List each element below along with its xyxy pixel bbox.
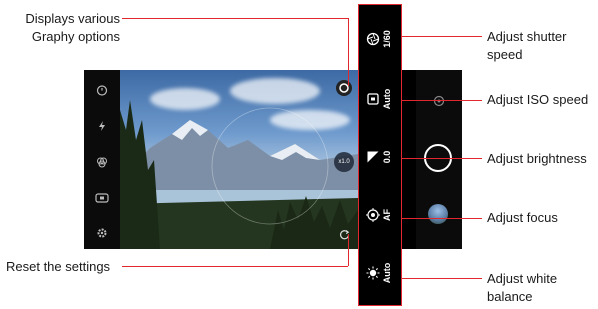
- callout-line: [402, 36, 482, 37]
- zoom-label: x1.0: [338, 159, 350, 165]
- label-graphy-options: Displays various Graphy options: [25, 11, 120, 44]
- brightness-control[interactable]: 0.0: [359, 133, 401, 183]
- focus-control[interactable]: AF: [359, 191, 401, 241]
- gear-icon[interactable]: [94, 225, 110, 241]
- graphy-button[interactable]: [336, 80, 352, 96]
- flash-icon[interactable]: [94, 118, 110, 134]
- label-focus: Adjust focus: [487, 210, 558, 225]
- callout-line: [122, 266, 348, 267]
- focus-icon: [365, 207, 381, 223]
- capture-bar: [416, 70, 462, 249]
- shutter-speed-value: 1/60: [382, 30, 392, 48]
- focus-value: AF: [382, 209, 392, 221]
- ratio-icon[interactable]: [94, 190, 110, 206]
- label-brightness: Adjust brightness: [487, 151, 587, 166]
- exposure-icon: [365, 149, 381, 165]
- manual-settings-panel: 1/60 Auto 0.0 AF Auto: [358, 4, 402, 306]
- iso-icon: [365, 91, 381, 107]
- white-balance-icon: [365, 265, 381, 281]
- aperture-icon: [365, 31, 381, 47]
- white-balance-value: Auto: [382, 262, 392, 284]
- callout-line: [402, 218, 482, 219]
- left-toolbar: [84, 70, 120, 249]
- shutter-speed-control[interactable]: 1/60: [359, 15, 401, 65]
- callout-line: [348, 234, 349, 266]
- callout-line: [402, 158, 482, 159]
- callout-line: [402, 100, 482, 101]
- landscape-illustration: [120, 100, 358, 249]
- white-balance-control[interactable]: Auto: [359, 249, 401, 299]
- label-reset: Reset the settings: [6, 259, 111, 274]
- label-iso: Adjust ISO speed: [487, 92, 589, 107]
- switch-camera-icon[interactable]: [432, 94, 446, 108]
- zoom-button[interactable]: x1.0: [334, 152, 354, 172]
- gallery-thumbnail[interactable]: [428, 204, 448, 224]
- viewfinder[interactable]: x1.0: [120, 70, 358, 249]
- label-shutter: Adjust shutter speed: [487, 29, 567, 62]
- iso-control[interactable]: Auto: [359, 75, 401, 125]
- callout-line: [122, 18, 348, 19]
- callout-line: [402, 278, 482, 279]
- callout-line: [348, 18, 349, 86]
- timer-icon[interactable]: [94, 82, 110, 98]
- iso-value: Auto: [382, 88, 392, 110]
- filter-icon[interactable]: [94, 154, 110, 170]
- camera-screen: x1.0: [84, 70, 462, 249]
- label-white-balance: Adjust white balance: [487, 271, 558, 304]
- brightness-value: 0.0: [382, 150, 392, 164]
